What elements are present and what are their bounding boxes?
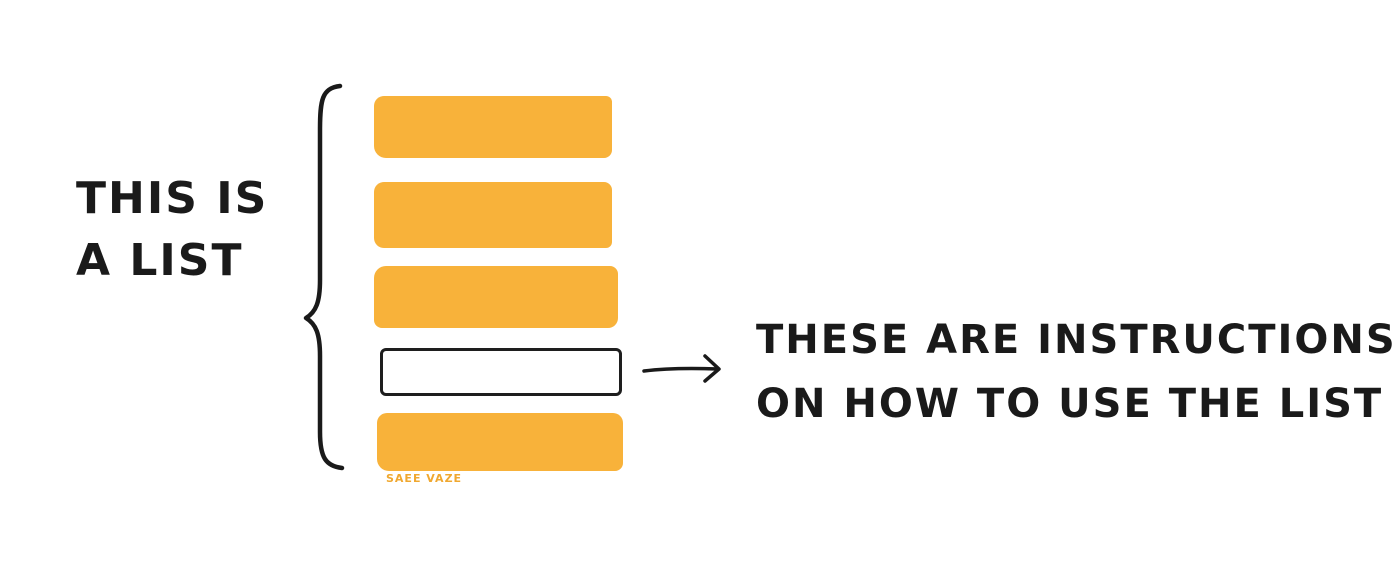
instructions-label-line-1: THESE ARE INSTRUCTIONS <box>756 317 1397 363</box>
list-item-3 <box>374 266 618 328</box>
curly-brace-icon <box>303 83 345 471</box>
list-label-line-1: THIS IS <box>76 173 269 224</box>
list-label: THIS IS A LIST <box>76 168 268 292</box>
list-item-1 <box>374 96 612 158</box>
list-item-4-outline <box>380 348 622 396</box>
artist-signature: SAEE VAZE <box>386 472 463 485</box>
instructions-label-line-2: ON HOW TO USE THE LIST <box>756 381 1384 427</box>
list-item-5 <box>377 413 623 471</box>
diagram-canvas <box>303 83 721 471</box>
list-item-2 <box>374 182 612 248</box>
instructions-label: THESE ARE INSTRUCTIONS ON HOW TO USE THE… <box>756 308 1397 436</box>
right-arrow-icon <box>642 354 721 383</box>
list-label-line-2: A LIST <box>76 235 244 286</box>
